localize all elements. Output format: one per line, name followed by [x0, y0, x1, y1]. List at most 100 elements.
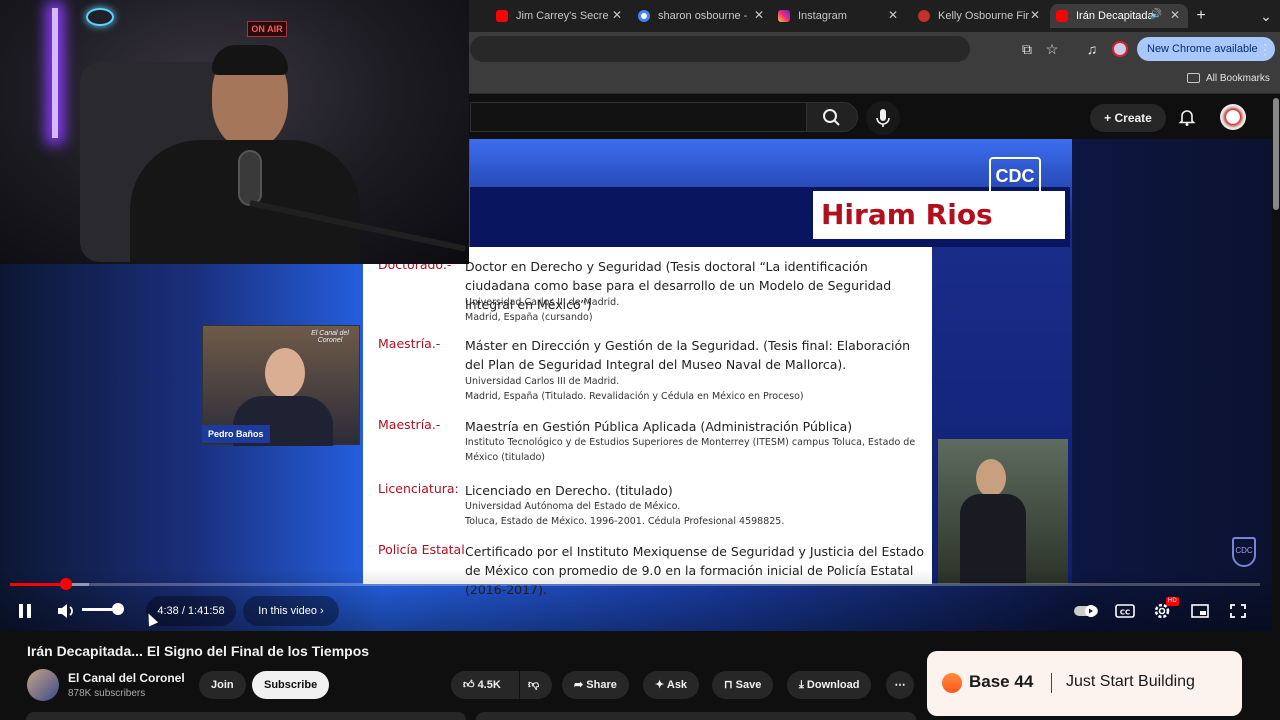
browser-tab[interactable]: sharon osbourne - ✕	[632, 4, 772, 28]
share-label: Share	[586, 679, 617, 691]
webcam-overlay: ON AIR	[0, 0, 469, 264]
sparkle-icon: ✦	[655, 679, 667, 691]
microphone	[238, 150, 262, 206]
tab-title: sharon osbourne -	[658, 10, 748, 22]
google-favicon-icon	[638, 10, 650, 22]
bookmark-star-icon[interactable]: ☆	[1042, 39, 1062, 59]
hd-badge: HD	[1166, 597, 1179, 606]
fullscreen-button[interactable]	[1225, 599, 1251, 623]
cv-row-main: Maestría en Gestión Pública Aplicada (Ad…	[465, 419, 853, 434]
like-button[interactable]: 👍︎ 4.5K	[451, 671, 519, 699]
volume-icon	[58, 604, 73, 618]
ad-brand: Base 44	[969, 672, 1034, 691]
install-app-icon[interactable]: ⧉	[1017, 39, 1037, 59]
account-avatar[interactable]	[1220, 104, 1246, 130]
instagram-favicon-icon	[778, 10, 790, 22]
cnn-favicon-icon	[918, 10, 930, 22]
neon-light	[52, 8, 58, 138]
more-actions-button[interactable]: ⋯	[886, 671, 914, 699]
bookmark-icon: ⊓	[724, 679, 736, 691]
download-icon: ⤓	[799, 679, 807, 691]
cv-row-main: Máster en Dirección y Gestión de la Segu…	[465, 338, 911, 372]
slide-name-title: Hiram Rios Kuri	[813, 191, 1065, 279]
close-tab-icon[interactable]: ✕	[1170, 8, 1180, 22]
channel-avatar[interactable]	[27, 669, 59, 701]
cv-row-label: Licenciatura:	[378, 481, 459, 496]
video-title: Irán Decapitada... El Signo del Final de…	[27, 643, 370, 659]
chevron-right-icon: ›	[316, 605, 324, 617]
close-tab-icon[interactable]: ✕	[612, 8, 622, 22]
tab-search-icon[interactable]: ⌄	[1256, 6, 1276, 26]
speaker-photo	[938, 439, 1068, 584]
description-box[interactable]	[26, 712, 466, 720]
guest-name-label: Pedro Baños	[202, 425, 270, 443]
closed-captions-icon: CC	[1115, 604, 1135, 618]
browser-tab[interactable]: Instagram ✕	[772, 4, 906, 28]
comments-box[interactable]	[476, 712, 916, 720]
search-input[interactable]	[470, 102, 806, 132]
all-bookmarks-link[interactable]: All Bookmarks	[1206, 73, 1270, 84]
thumbs-down-icon: 👎︎	[528, 679, 540, 691]
microphone-icon	[876, 109, 890, 127]
volume-slider-handle[interactable]	[112, 603, 124, 615]
browser-tab[interactable]: Jim Carrey's Secre ✕	[490, 4, 630, 28]
media-controls-icon[interactable]: ♫	[1082, 39, 1102, 59]
join-button[interactable]: Join	[199, 671, 246, 699]
chrome-menu-icon[interactable]: ⋮	[1255, 39, 1275, 59]
channel-watermark[interactable]: CDC	[1232, 537, 1256, 567]
autoplay-toggle[interactable]	[1073, 599, 1099, 623]
download-button[interactable]: ⤓ Download	[787, 671, 872, 699]
voice-search-button[interactable]	[866, 101, 900, 135]
share-button[interactable]: ➦ Share	[562, 671, 629, 699]
tab-title: Kelly Osbourne Fir	[938, 10, 1030, 22]
more-icon: ⋯	[894, 679, 906, 691]
scrollbar-thumb[interactable]	[1273, 98, 1279, 210]
create-button[interactable]: + Create	[1090, 104, 1166, 132]
profile-avatar[interactable]	[1112, 41, 1128, 57]
notifications-bell-icon[interactable]	[1177, 107, 1197, 127]
address-bar[interactable]	[470, 36, 970, 62]
close-tab-icon[interactable]: ✕	[888, 8, 898, 22]
speaker-icon: 🔊	[1149, 9, 1162, 20]
cdc-logo: CDC	[989, 157, 1041, 195]
channel-name[interactable]: El Canal del Coronel	[68, 671, 185, 685]
close-tab-icon[interactable]: ✕	[1030, 8, 1040, 22]
miniplayer-button[interactable]	[1187, 599, 1213, 623]
cv-row-sub: Instituto Tecnológico y de Estudios Supe…	[465, 437, 916, 463]
close-tab-icon[interactable]: ✕	[754, 8, 764, 22]
subtitles-button[interactable]: CC	[1112, 599, 1138, 623]
save-button[interactable]: ⊓ Save	[712, 671, 774, 699]
youtube-favicon-icon	[1056, 10, 1068, 22]
autoplay-toggle-icon	[1074, 605, 1098, 617]
pause-button[interactable]	[12, 599, 38, 623]
guest-head	[265, 348, 305, 398]
save-label: Save	[735, 679, 762, 691]
download-label: Download	[806, 679, 860, 691]
browser-tab[interactable]: Kelly Osbourne Fir ✕	[912, 4, 1048, 28]
ask-button[interactable]: ✦ Ask	[643, 671, 700, 699]
cv-row-main: Licenciado en Derecho. (titulado)	[465, 483, 673, 498]
svg-text:CC: CC	[1120, 609, 1130, 617]
on-air-sign: ON AIR	[247, 21, 287, 37]
share-icon: ➦	[574, 679, 587, 691]
cv-row-sub: Universidad Autónoma del Estado de Méxic…	[465, 501, 785, 527]
youtube-favicon-icon	[496, 10, 508, 22]
mute-button[interactable]	[53, 599, 79, 623]
progress-bar[interactable]	[10, 583, 1260, 586]
subscribe-button[interactable]: Subscribe	[252, 671, 330, 699]
cv-row-sub: Universidad Carlos III de Madrid. Madrid…	[465, 297, 620, 323]
cv-row-label: Maestría.-	[378, 417, 441, 432]
played-bar	[10, 583, 67, 586]
chapters-button[interactable]: In this video ›	[243, 596, 339, 626]
tab-title: Irán Decapitada	[1076, 10, 1154, 22]
thumbs-up-icon: 👍︎	[463, 679, 478, 691]
dislike-button[interactable]: 👎︎	[520, 671, 552, 699]
new-tab-icon[interactable]: +	[1191, 6, 1211, 26]
streamer-hair	[212, 45, 288, 75]
person-silhouette	[976, 459, 1006, 497]
ad-banner[interactable]: Base 44 Just Start Building	[927, 651, 1242, 716]
create-label: Create	[1114, 111, 1152, 125]
search-button[interactable]	[806, 102, 858, 132]
settings-button[interactable]: HD	[1150, 597, 1179, 623]
browser-tab-active[interactable]: Irán Decapitada 🔊 ✕	[1050, 4, 1188, 28]
